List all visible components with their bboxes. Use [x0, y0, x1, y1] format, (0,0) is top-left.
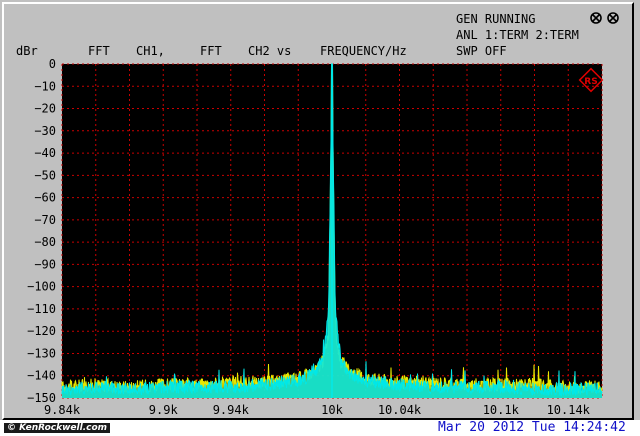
x-tick-label: 10.14k [547, 403, 591, 417]
trace2-label: FFT [200, 44, 222, 58]
y-tick-label: −20 [34, 102, 56, 116]
y-tick-label: −110 [27, 302, 56, 316]
y-tick-label: −100 [27, 280, 56, 294]
y-tick-label: −60 [34, 191, 56, 205]
sweep-status: SWP OFF [456, 44, 507, 58]
ch1-label: CH1, [136, 44, 165, 58]
y-tick-label: −40 [34, 146, 56, 160]
timestamp: Mar 20 2012 Tue 14:24:42 [438, 420, 626, 435]
x-tick-label: 10.1k [483, 403, 520, 417]
y-tick-label: −90 [34, 257, 56, 271]
ch2-label: CH2 vs [248, 44, 292, 58]
y-tick-label: −130 [27, 346, 56, 360]
watermark: © KenRockwell.com [4, 423, 111, 433]
y-tick-label: 0 [49, 57, 56, 71]
y-tick-label: −120 [27, 324, 56, 338]
y-tick-label: −50 [34, 168, 56, 182]
x-axis-label: FREQUENCY/Hz [320, 44, 407, 58]
y-tick-label: −30 [34, 124, 56, 138]
x-axis-ticks: 9.84k 9.9k 9.94k 10k 10.04k 10.1k 10.14k [44, 403, 591, 417]
x-tick-label: 9.9k [149, 403, 179, 417]
x-tick-label: 10k [321, 403, 343, 417]
analyzer-status: ANL 1:TERM 2:TERM [456, 28, 579, 42]
svg-text:RS: RS [584, 77, 597, 87]
y-tick-label: −10 [34, 79, 56, 93]
x-tick-label: 9.94k [213, 403, 250, 417]
fft-chart: 0 −10 −20 −30 −40 −50 −60 −70 −80 −90 −100 −110 −120… [27, 57, 604, 417]
y-tick-label: −140 [27, 369, 56, 383]
y-axis-unit: dBr [16, 44, 38, 58]
x-tick-label: 9.84k [44, 403, 81, 417]
y-tick-label: −70 [34, 213, 56, 227]
y-tick-label: −80 [34, 235, 56, 249]
generator-status: GEN RUNNING [456, 12, 536, 26]
keyboard-lock-icon [590, 12, 619, 24]
x-tick-label: 10.04k [378, 403, 422, 417]
trace1-label: FFT [88, 44, 110, 58]
y-axis-ticks: 0 −10 −20 −30 −40 −50 −60 −70 −80 −90 −100 −110 −120… [27, 57, 56, 405]
